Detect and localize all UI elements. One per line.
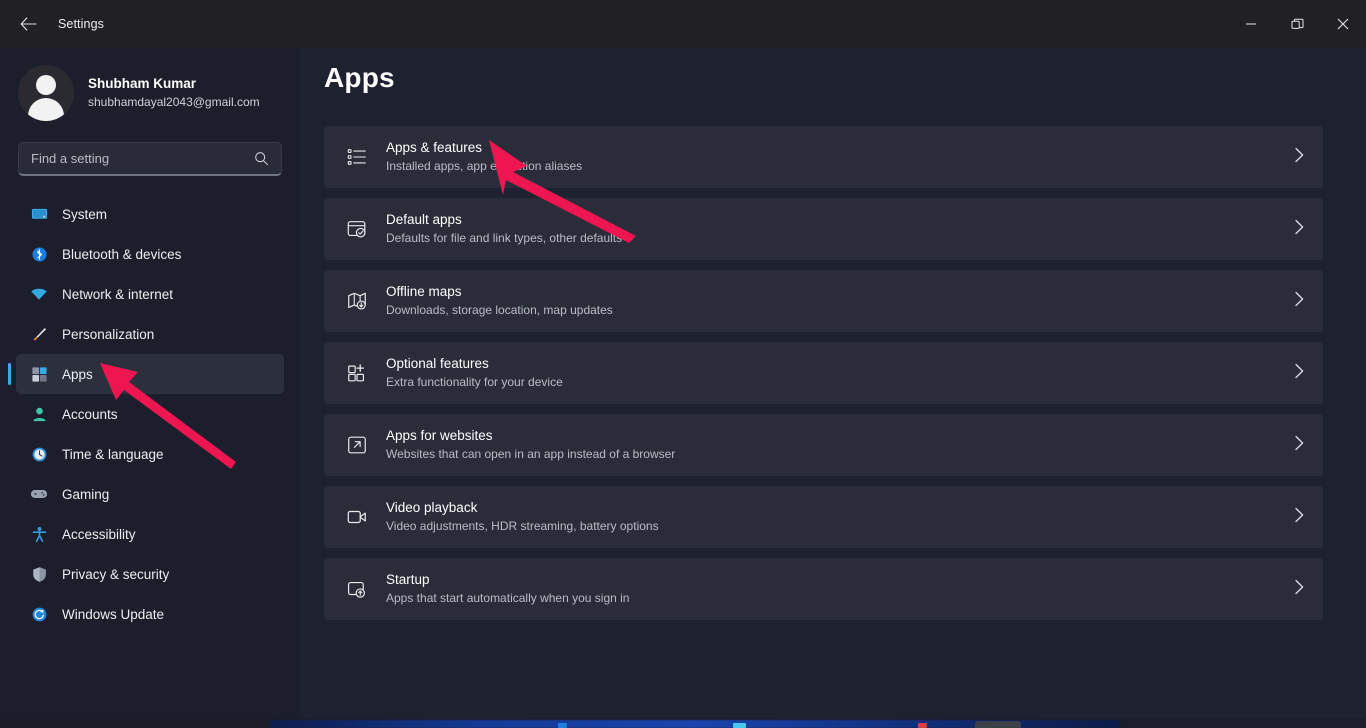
sidebar-item-label: Network & internet bbox=[62, 286, 174, 302]
card-subtitle: Downloads, storage location, map updates bbox=[386, 303, 613, 317]
user-name: Shubham Kumar bbox=[88, 76, 197, 91]
avatar-body bbox=[28, 98, 64, 121]
card-optional-features[interactable]: Optional features Extra functionality fo… bbox=[324, 342, 1323, 404]
card-title: Offline maps bbox=[386, 284, 462, 299]
card-default-apps[interactable]: Default apps Defaults for file and link … bbox=[324, 198, 1323, 260]
sidebar-item-label: Personalization bbox=[62, 326, 155, 342]
sidebar-item-accounts[interactable]: Accounts bbox=[16, 394, 284, 434]
sidebar-item-apps[interactable]: Apps bbox=[8, 354, 284, 394]
card-offline-maps[interactable]: Offline maps Downloads, storage location… bbox=[324, 270, 1323, 332]
chevron-right-icon bbox=[1294, 219, 1305, 240]
sidebar-item-gaming[interactable]: Gaming bbox=[16, 474, 284, 514]
chevron-right-icon bbox=[1294, 363, 1305, 384]
sidebar-item-bluetooth-devices[interactable]: Bluetooth & devices bbox=[16, 234, 284, 274]
sidebar-item-label: System bbox=[62, 206, 108, 222]
search-icon bbox=[255, 152, 269, 166]
main-content: Apps Apps & features Installed apps, app… bbox=[300, 48, 1366, 728]
card-subtitle: Video adjustments, HDR streaming, batter… bbox=[386, 519, 659, 533]
sidebar-item-label: Accessibility bbox=[62, 526, 136, 542]
search-input[interactable] bbox=[31, 151, 254, 166]
user-email: shubhamdayal2043@gmail.com bbox=[88, 95, 260, 109]
minimize-icon bbox=[1246, 23, 1256, 25]
card-title: Default apps bbox=[386, 212, 462, 227]
sidebar: Shubham Kumar shubhamdayal2043@gmail.com bbox=[0, 48, 300, 728]
sidebar-item-network-internet[interactable]: Network & internet bbox=[16, 274, 284, 314]
update-icon bbox=[30, 605, 48, 623]
sidebar-item-time-language[interactable]: Time & language bbox=[16, 434, 284, 474]
back-button[interactable] bbox=[8, 8, 48, 40]
card-title: Apps for websites bbox=[386, 428, 493, 443]
sidebar-item-accessibility[interactable]: Accessibility bbox=[16, 514, 284, 554]
startup-upload-icon bbox=[344, 576, 370, 602]
sidebar-item-windows-update[interactable]: Windows Update bbox=[16, 594, 284, 634]
avatar-head bbox=[36, 75, 56, 95]
clock-icon bbox=[30, 445, 48, 463]
minimize-button[interactable] bbox=[1228, 0, 1274, 48]
apps-grid-icon bbox=[30, 365, 48, 383]
card-title: Optional features bbox=[386, 356, 489, 371]
video-camera-icon bbox=[344, 504, 370, 530]
chevron-right-icon bbox=[1294, 147, 1305, 168]
taskbar-icon-glint bbox=[918, 723, 927, 728]
chevron-right-icon bbox=[1294, 579, 1305, 600]
back-arrow-icon bbox=[20, 17, 37, 31]
card-title: Startup bbox=[386, 572, 430, 587]
sidebar-item-label: Accounts bbox=[62, 406, 118, 422]
card-startup[interactable]: Startup Apps that start automatically wh… bbox=[324, 558, 1323, 620]
sidebar-nav: System Bluetooth & devices Network & int… bbox=[0, 194, 300, 634]
search-box[interactable] bbox=[18, 142, 282, 176]
chevron-right-icon bbox=[1294, 435, 1305, 456]
chevron-right-icon bbox=[1294, 291, 1305, 312]
add-square-icon bbox=[344, 360, 370, 386]
card-subtitle: Extra functionality for your device bbox=[386, 375, 563, 389]
card-subtitle: Apps that start automatically when you s… bbox=[386, 591, 630, 605]
card-video-playback[interactable]: Video playback Video adjustments, HDR st… bbox=[324, 486, 1323, 548]
card-subtitle: Defaults for file and link types, other … bbox=[386, 231, 623, 245]
settings-card-list: Apps & features Installed apps, app exec… bbox=[324, 126, 1323, 620]
paintbrush-icon bbox=[30, 325, 48, 343]
person-icon bbox=[30, 405, 48, 423]
card-apps-for-websites[interactable]: Apps for websites Websites that can open… bbox=[324, 414, 1323, 476]
sidebar-item-label: Bluetooth & devices bbox=[62, 246, 182, 262]
card-title: Apps & features bbox=[386, 140, 483, 155]
window-title: Settings bbox=[58, 17, 104, 31]
maximize-restore-button[interactable] bbox=[1274, 0, 1320, 48]
restore-window-icon bbox=[1291, 18, 1303, 29]
close-button[interactable] bbox=[1320, 0, 1366, 48]
gamepad-icon bbox=[30, 485, 48, 503]
window-controls bbox=[1228, 0, 1366, 48]
accessibility-icon bbox=[30, 525, 48, 543]
sidebar-item-system[interactable]: System bbox=[16, 194, 284, 234]
card-title: Video playback bbox=[386, 500, 478, 515]
wifi-icon bbox=[30, 285, 48, 303]
card-apps-and-features[interactable]: Apps & features Installed apps, app exec… bbox=[324, 126, 1323, 188]
sidebar-item-label: Windows Update bbox=[62, 606, 165, 622]
list-bullets-icon bbox=[344, 144, 370, 170]
external-link-icon bbox=[344, 432, 370, 458]
monitor-icon bbox=[30, 205, 48, 223]
settings-window: Settings Shubham Kumar shubhamdayal2043@… bbox=[0, 0, 1366, 728]
sidebar-item-label: Privacy & security bbox=[62, 566, 170, 582]
taskbar-icon-glint bbox=[558, 723, 567, 728]
card-subtitle: Websites that can open in an app instead… bbox=[386, 447, 676, 461]
taskbar-icon-glint bbox=[733, 723, 746, 728]
chevron-right-icon bbox=[1294, 507, 1305, 528]
sidebar-item-privacy-security[interactable]: Privacy & security bbox=[16, 554, 284, 594]
taskbar-sliver bbox=[0, 718, 1366, 728]
default-app-check-icon bbox=[344, 216, 370, 242]
sidebar-item-label: Gaming bbox=[62, 486, 110, 502]
map-download-icon bbox=[344, 288, 370, 314]
user-profile[interactable]: Shubham Kumar shubhamdayal2043@gmail.com bbox=[0, 48, 300, 124]
close-icon bbox=[1337, 18, 1349, 30]
avatar bbox=[18, 65, 74, 121]
card-subtitle: Installed apps, app execution aliases bbox=[386, 159, 583, 173]
page-title: Apps bbox=[324, 62, 395, 93]
shield-icon bbox=[30, 565, 48, 583]
sidebar-item-label: Apps bbox=[62, 366, 93, 382]
title-bar: Settings bbox=[0, 0, 1366, 48]
sidebar-item-personalization[interactable]: Personalization bbox=[16, 314, 284, 354]
taskbar-thumbnail-preview bbox=[975, 721, 1021, 728]
bluetooth-icon bbox=[30, 245, 48, 263]
sidebar-item-label: Time & language bbox=[62, 446, 164, 462]
